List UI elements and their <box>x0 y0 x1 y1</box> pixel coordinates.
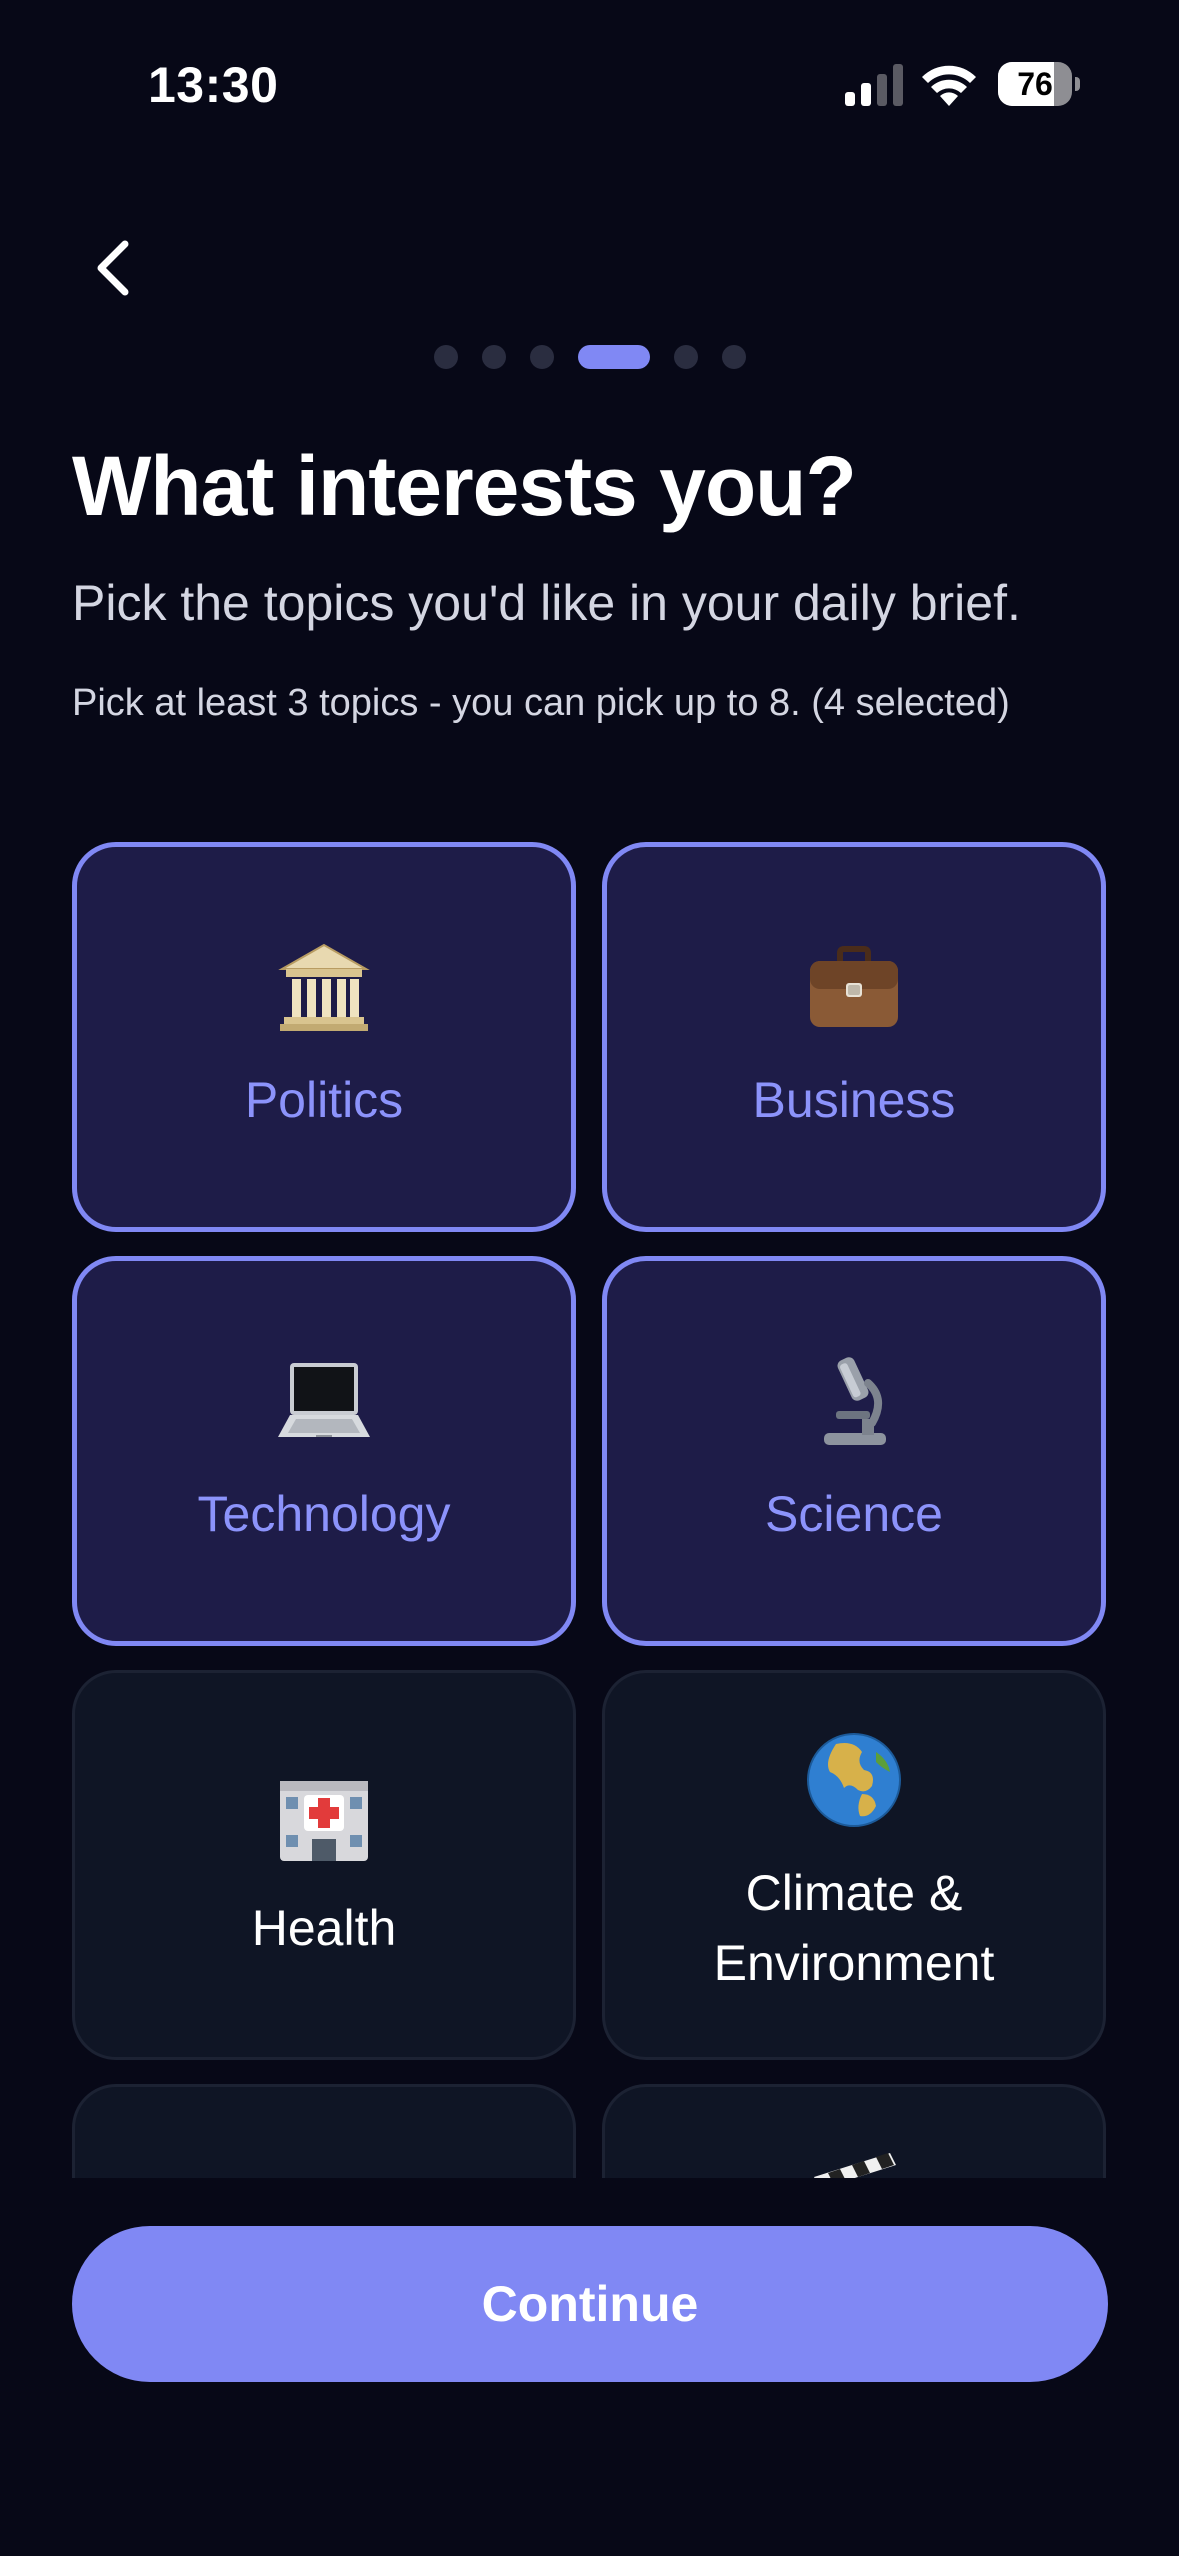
status-bar: 13:30 76 <box>0 0 1179 170</box>
onboarding-progress-indicator <box>0 344 1179 370</box>
topic-card-science[interactable]: Science <box>602 1256 1106 1646</box>
onboarding-screen: 13:30 76 What interests you? Pick the to… <box>0 0 1179 2556</box>
microscope-icon <box>806 1353 902 1449</box>
topics-scroll-area[interactable]: Politics Business Technology Science Hea… <box>72 842 1108 2178</box>
topic-card-partial-entertainment[interactable] <box>602 2084 1106 2178</box>
hospital-icon <box>276 1767 372 1863</box>
topic-label: Politics <box>244 1072 404 1128</box>
globe-icon <box>806 1732 902 1828</box>
progress-dot-active <box>577 345 650 369</box>
topic-card-health[interactable]: Health <box>72 1670 576 2060</box>
progress-dot <box>481 345 506 369</box>
status-time: 13:30 <box>148 57 279 113</box>
cellular-signal-icon <box>845 64 903 106</box>
topic-label: Science <box>765 1486 943 1542</box>
topics-grid: Politics Business Technology Science Hea… <box>72 842 1108 2178</box>
progress-dot <box>529 345 554 369</box>
progress-dot <box>721 345 746 369</box>
battery-icon: 76 <box>998 62 1080 106</box>
battery-level-text: 76 <box>1017 66 1053 102</box>
progress-dot <box>673 345 698 369</box>
topic-label: Technology <box>197 1486 451 1542</box>
wifi-icon <box>922 65 976 106</box>
briefcase-icon <box>806 939 902 1035</box>
topic-label: Business <box>752 1072 956 1128</box>
laptop-icon <box>276 1353 372 1449</box>
chevron-left-icon <box>97 240 129 296</box>
page-title: What interests you? <box>72 439 857 533</box>
topic-card-politics[interactable]: Politics <box>72 842 576 1232</box>
selection-helper-text: Pick at least 3 topics - you can pick up… <box>72 682 1010 724</box>
page-subtitle: Pick the topics you'd like in your daily… <box>72 575 1021 631</box>
topic-card-climate-environment[interactable]: Climate & Environment <box>602 1670 1106 2060</box>
topic-card-partial[interactable] <box>72 2084 576 2178</box>
topic-card-business[interactable]: Business <box>602 842 1106 1232</box>
classical-building-icon <box>276 939 372 1035</box>
continue-button[interactable]: Continue <box>72 2226 1108 2382</box>
clapper-board-icon <box>806 2147 902 2178</box>
topic-label: Health <box>251 1900 397 1956</box>
progress-dot <box>433 345 458 369</box>
topic-label: Climate & Environment <box>713 1865 995 1991</box>
topic-card-technology[interactable]: Technology <box>72 1256 576 1646</box>
back-button[interactable] <box>78 226 148 310</box>
